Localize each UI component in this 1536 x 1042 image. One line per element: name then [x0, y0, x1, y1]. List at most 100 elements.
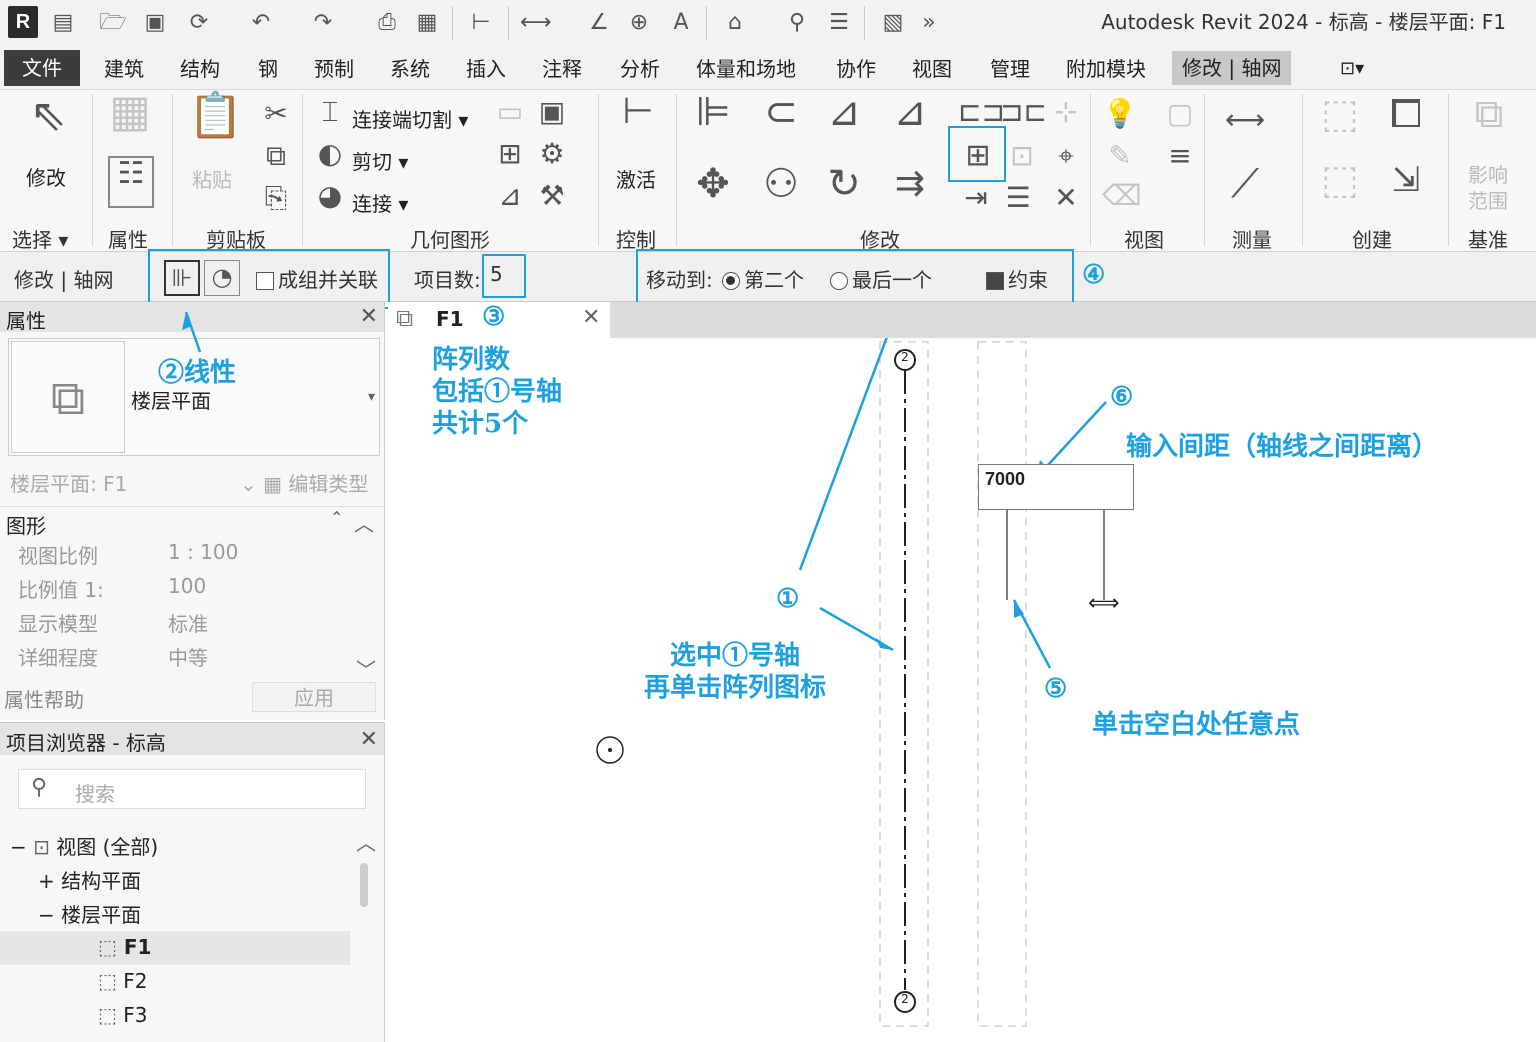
browser-close-icon[interactable]: ✕: [360, 727, 378, 752]
edit-type-button[interactable]: ⌄ ▦ 编辑类型: [240, 468, 368, 497]
scroll-up-icon[interactable]: ︿: [354, 508, 374, 537]
list-icon[interactable]: ☰: [824, 8, 854, 38]
cut-join-button[interactable]: 连接端切割 ▾: [352, 104, 468, 133]
menu-modify-grid[interactable]: 修改 | 轴网: [1172, 51, 1292, 85]
mirror-axis-icon[interactable]: ⊿: [818, 92, 870, 148]
linear-array-icon[interactable]: ⊪: [164, 260, 200, 296]
pin-icon[interactable]: ⚲: [782, 8, 812, 38]
home-icon[interactable]: ⌂: [720, 8, 750, 38]
scroll-down-icon[interactable]: ﹀: [356, 654, 376, 683]
modify-cursor-icon[interactable]: ⇖: [28, 94, 68, 150]
mirror-draw-icon[interactable]: ⊿: [884, 92, 936, 148]
cut-button[interactable]: 剪切 ▾: [352, 146, 408, 175]
text-icon[interactable]: A: [666, 8, 696, 38]
scope-box-icon[interactable]: ⧉: [1462, 94, 1516, 150]
measure-icon[interactable]: ∠: [584, 8, 614, 38]
tree-level-f3[interactable]: ⬚ F3: [98, 1003, 148, 1027]
hammer-icon[interactable]: ⚒: [534, 180, 570, 216]
menu-view[interactable]: 视图: [912, 54, 952, 84]
menu-systems[interactable]: 系统: [390, 54, 430, 84]
print-icon[interactable]: ⎙: [372, 8, 402, 38]
sync-icon[interactable]: ⟳: [184, 8, 214, 38]
activate-button[interactable]: 激活: [616, 164, 656, 193]
demolish-icon[interactable]: ⚙: [534, 138, 570, 174]
create-group-icon[interactable]: ⬚: [1314, 94, 1366, 150]
move-last-radio[interactable]: 最后一个: [830, 264, 932, 293]
eraser-icon[interactable]: ⌫: [1102, 180, 1142, 216]
cope-icon[interactable]: ⌶: [312, 96, 348, 132]
radial-array-icon[interactable]: ◔: [204, 260, 240, 296]
menu-insert[interactable]: 插入: [466, 54, 506, 84]
tree-structural-plans[interactable]: + 结构平面: [38, 865, 141, 894]
redo-icon[interactable]: ↷: [308, 8, 338, 38]
scale-icon[interactable]: ⊡: [1004, 140, 1040, 176]
tree-level-f2[interactable]: ⬚ F2: [98, 969, 148, 993]
app-logo[interactable]: R: [8, 6, 38, 38]
aligned-dim-icon[interactable]: ⊢: [466, 8, 496, 38]
item-count-input[interactable]: 5: [490, 262, 503, 286]
measure-distance-icon[interactable]: ⟷: [1218, 104, 1272, 140]
align-icon[interactable]: ⊫: [690, 92, 736, 148]
properties-help-link[interactable]: 属性帮助: [4, 684, 84, 713]
tree-floor-plans[interactable]: − 楼层平面: [38, 899, 141, 928]
activate-dimensions-icon[interactable]: ⊢: [614, 94, 662, 154]
switch-windows-icon[interactable]: ▧: [878, 8, 908, 38]
move-icon[interactable]: ✥: [690, 164, 736, 220]
paintbrush-icon[interactable]: ✎: [1102, 140, 1138, 176]
constrain-checkbox[interactable]: 约束: [986, 264, 1048, 293]
paste-icon[interactable]: 📋: [188, 94, 243, 154]
override-icon[interactable]: ▢: [1162, 98, 1198, 134]
menu-manage[interactable]: 管理: [990, 54, 1030, 84]
menu-architecture[interactable]: 建筑: [104, 54, 144, 84]
undo-icon[interactable]: ↶: [246, 8, 276, 38]
ribbon-toggle-icon[interactable]: ⊡▾: [1340, 54, 1364, 84]
split-face-icon[interactable]: ⊞: [492, 138, 528, 174]
tree-views-root[interactable]: − ⊡ 视图 (全部): [10, 831, 158, 860]
browser-scrollbar[interactable]: [360, 863, 368, 907]
tab-close-icon[interactable]: ✕: [582, 305, 600, 330]
app-menu-icon[interactable]: ▤: [48, 8, 78, 38]
line-style-icon[interactable]: ≡: [1162, 140, 1198, 176]
more-icon[interactable]: »: [914, 8, 944, 38]
rotate-icon[interactable]: ↻: [818, 164, 870, 220]
menu-analyze[interactable]: 分析: [620, 54, 660, 84]
delete-icon[interactable]: ✕: [1048, 182, 1084, 218]
menu-steel[interactable]: 钢: [258, 54, 278, 84]
hide-icon[interactable]: 💡: [1102, 98, 1138, 134]
menu-structure[interactable]: 结构: [180, 54, 220, 84]
cut-geometry-icon[interactable]: ◐: [312, 138, 348, 174]
tree-level-f1[interactable]: ⬚ F1: [98, 935, 151, 959]
menu-precast[interactable]: 预制: [314, 54, 354, 84]
dimension-icon[interactable]: ⟷: [520, 8, 552, 38]
type-dropdown-icon[interactable]: ▾: [368, 389, 375, 405]
pin-element-icon[interactable]: ⊹: [1048, 96, 1084, 132]
modify-button[interactable]: 修改: [26, 162, 66, 191]
join-geometry-icon[interactable]: ◕: [312, 180, 348, 216]
trim-multiple-icon[interactable]: ☰: [1000, 182, 1036, 218]
menu-collaborate[interactable]: 协作: [836, 54, 876, 84]
copy-icon[interactable]: ⧉: [258, 140, 294, 176]
create-similar-icon[interactable]: ⧠: [1378, 94, 1434, 150]
spacing-input[interactable]: 7000: [978, 464, 1134, 510]
create-parts-icon[interactable]: ⬚: [1314, 160, 1366, 216]
dimension-aligned-icon[interactable]: ⟋: [1220, 164, 1270, 218]
cut-scissors-icon[interactable]: ✂: [258, 98, 294, 134]
offset-icon[interactable]: ⊂: [752, 92, 810, 148]
wall-profile-icon[interactable]: ⊿: [492, 180, 528, 216]
menu-massing-site[interactable]: 体量和场地: [696, 54, 796, 84]
trim-single-icon[interactable]: ⇥: [958, 182, 994, 218]
unpin-icon[interactable]: ⌖: [1048, 140, 1084, 176]
instance-selector[interactable]: 楼层平面: F1: [10, 468, 127, 497]
open-icon[interactable]: 🗁: [98, 8, 128, 38]
join-button[interactable]: 连接 ▾: [352, 188, 408, 217]
menu-file[interactable]: 文件: [4, 50, 80, 86]
drawing-canvas[interactable]: ⟺ 2 2 7000 阵列数 包括①号轴 共计5个 ① 选中①号轴 再单击阵列图…: [388, 338, 1536, 1042]
browser-scroll-up-icon[interactable]: ︿: [356, 827, 376, 856]
tab-f1[interactable]: ⧉ F1 ③ ✕: [388, 302, 610, 338]
match-props-icon[interactable]: ⎘: [258, 182, 294, 218]
search-input[interactable]: 搜索: [75, 778, 115, 807]
collapse-icon[interactable]: ⌃: [330, 508, 343, 527]
trim-extend-icon[interactable]: ⇉: [884, 166, 936, 220]
apply-button[interactable]: 应用: [252, 682, 376, 712]
copy-elements-icon[interactable]: ⚇: [752, 164, 810, 220]
